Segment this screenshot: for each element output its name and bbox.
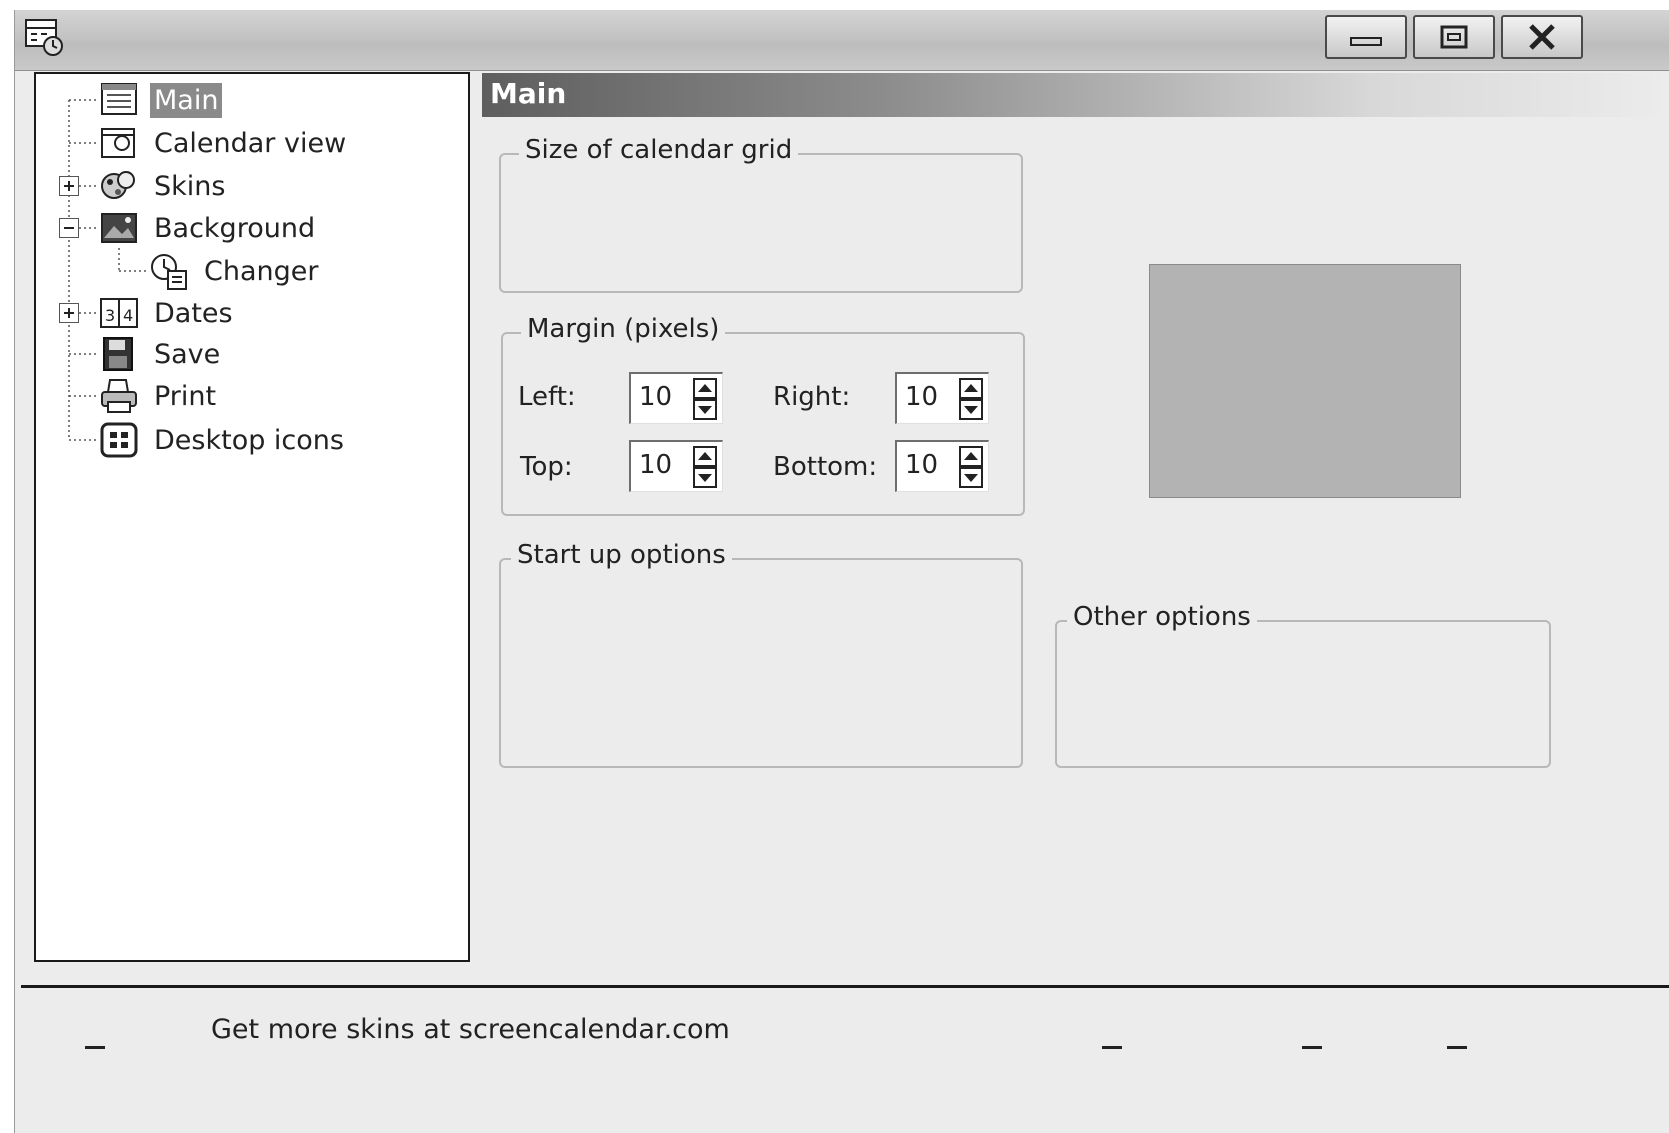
dates-expand-toggle[interactable]	[59, 303, 79, 323]
top-margin-spinner[interactable]: 10	[629, 440, 723, 492]
get-more-skins-link[interactable]: Get more skins at screencalendar.com	[211, 1014, 730, 1045]
tree-label: Calendar view	[154, 127, 347, 159]
tree-item-main[interactable]: Main	[98, 80, 223, 120]
group-legend: Start up options	[511, 540, 732, 570]
tree-item-background[interactable]: Background	[98, 208, 319, 248]
tree-label: Skins	[154, 170, 226, 202]
status-tick-marker	[1447, 1046, 1467, 1049]
group-legend: Size of calendar grid	[519, 135, 799, 165]
group-legend: Other options	[1067, 602, 1257, 632]
tree-label: Main	[150, 82, 223, 118]
group-legend: Margin (pixels)	[521, 314, 726, 344]
maximize-button[interactable]	[1413, 15, 1495, 59]
left-margin-spinner[interactable]: 10	[629, 372, 723, 424]
tree-connector-lines	[68, 99, 148, 441]
right-margin-spinner[interactable]: 10	[895, 372, 989, 424]
size-of-calendar-grid-group: Size of calendar grid	[499, 135, 1023, 293]
close-icon	[1529, 24, 1555, 50]
spinner-value: 10	[905, 450, 939, 480]
tree-label: Background	[154, 212, 316, 244]
skins-icon	[101, 171, 135, 199]
start-up-options-group: Start up options	[499, 540, 1023, 768]
spin-arrows-icon[interactable]	[958, 377, 984, 421]
bottom-margin-label: Bottom:	[773, 452, 878, 482]
calendar-view-icon	[101, 128, 135, 158]
svg-text:3: 3	[105, 306, 115, 325]
minus-icon	[64, 227, 74, 229]
bottom-margin-spinner[interactable]: 10	[895, 440, 989, 492]
status-tick-marker	[1302, 1046, 1322, 1049]
tree-label: Dates	[154, 297, 233, 329]
background-collapse-toggle[interactable]	[59, 218, 79, 238]
background-icon	[101, 213, 137, 243]
tree-item-desktop-icons[interactable]: Desktop icons	[98, 420, 348, 460]
tree-label: Desktop icons	[154, 424, 344, 456]
status-separator	[21, 985, 1669, 988]
tree-label: Changer	[204, 255, 319, 287]
tree-label: Save	[154, 338, 221, 370]
printer-icon	[101, 379, 137, 413]
calendar-preview-box	[1149, 264, 1461, 498]
close-button[interactable]	[1501, 15, 1583, 59]
minimize-button[interactable]	[1325, 15, 1407, 59]
main-page-icon	[101, 83, 137, 115]
settings-tree[interactable]: Main Calendar view Skins Background Chan…	[34, 72, 470, 962]
floppy-disk-icon	[103, 337, 133, 371]
desktop-icons-icon	[100, 422, 138, 458]
calendar-app-icon[interactable]	[23, 16, 67, 58]
tree-item-save[interactable]: Save	[98, 334, 224, 374]
status-tick-marker	[1102, 1046, 1122, 1049]
status-tick-marker	[85, 1046, 105, 1049]
spin-arrows-icon[interactable]	[958, 445, 984, 489]
spinner-value: 10	[639, 450, 673, 480]
minimize-icon	[1350, 37, 1382, 46]
tree-item-calendar-view[interactable]: Calendar view	[98, 123, 350, 163]
spinner-value: 10	[639, 382, 673, 412]
section-header: Main	[482, 73, 1669, 117]
plus-icon	[64, 308, 74, 318]
tree-item-skins[interactable]: Skins	[98, 166, 229, 206]
tree-item-print[interactable]: Print	[98, 376, 220, 416]
svg-text:4: 4	[123, 306, 133, 325]
spinner-value: 10	[905, 382, 939, 412]
settings-window: Main Calendar view Skins Background Chan…	[14, 10, 1669, 1133]
left-margin-label: Left:	[518, 382, 576, 412]
right-margin-label: Right:	[773, 382, 851, 412]
plus-icon	[64, 181, 74, 191]
section-title: Main	[490, 77, 567, 110]
top-margin-label: Top:	[520, 452, 573, 482]
tree-label: Print	[154, 380, 217, 412]
other-options-group: Other options	[1055, 602, 1551, 768]
tree-item-dates[interactable]: 3 4 Dates	[98, 293, 237, 333]
dates-icon: 3 4	[100, 298, 138, 328]
skins-expand-toggle[interactable]	[59, 176, 79, 196]
changer-icon	[151, 254, 187, 290]
tree-item-changer[interactable]: Changer	[148, 251, 322, 291]
maximize-icon	[1440, 25, 1468, 49]
title-bar[interactable]	[15, 10, 1669, 71]
spin-arrows-icon[interactable]	[692, 377, 718, 421]
spin-arrows-icon[interactable]	[692, 445, 718, 489]
